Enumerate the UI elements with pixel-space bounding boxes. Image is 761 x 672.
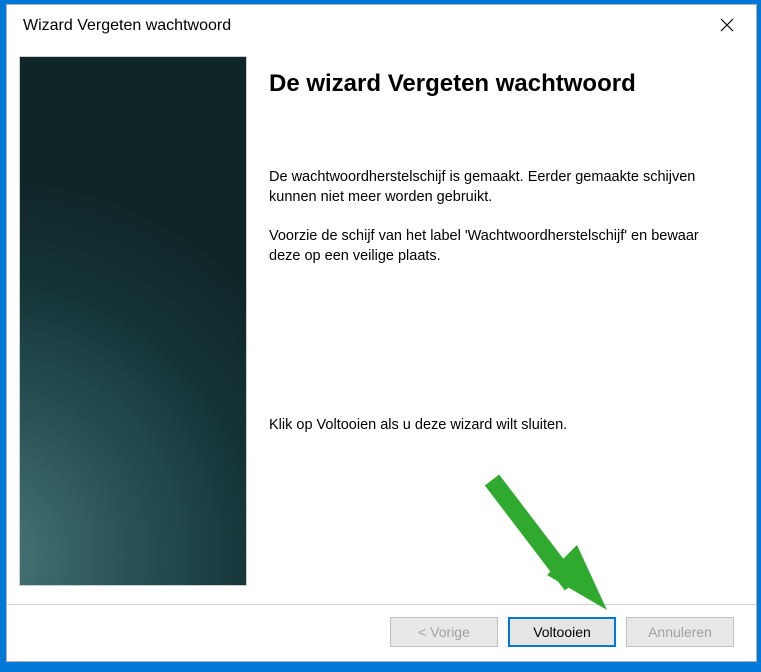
wizard-heading: De wizard Vergeten wachtwoord — [269, 70, 732, 98]
titlebar: Wizard Vergeten wachtwoord — [7, 5, 756, 47]
wizard-paragraph-2: Voorzie de schijf van het label 'Wachtwo… — [269, 227, 732, 266]
main-content: De wizard Vergeten wachtwoord De wachtwo… — [247, 48, 756, 604]
content-area: De wizard Vergeten wachtwoord De wachtwo… — [7, 47, 756, 604]
wizard-close-hint: Klik op Voltooien als u deze wizard wilt… — [269, 416, 732, 436]
back-button: < Vorige — [390, 617, 498, 647]
button-bar: < Vorige Voltooien Annuleren — [7, 604, 756, 661]
cancel-button: Annuleren — [626, 617, 734, 647]
window-title: Wizard Vergeten wachtwoord — [23, 17, 231, 35]
wizard-window: Wizard Vergeten wachtwoord De wizard Ver… — [6, 4, 757, 662]
finish-button[interactable]: Voltooien — [508, 617, 616, 647]
wizard-sidebar-graphic — [19, 56, 247, 586]
wizard-paragraph-1: De wachtwoordherstelschijf is gemaakt. E… — [269, 168, 732, 207]
close-icon[interactable] — [712, 13, 742, 39]
